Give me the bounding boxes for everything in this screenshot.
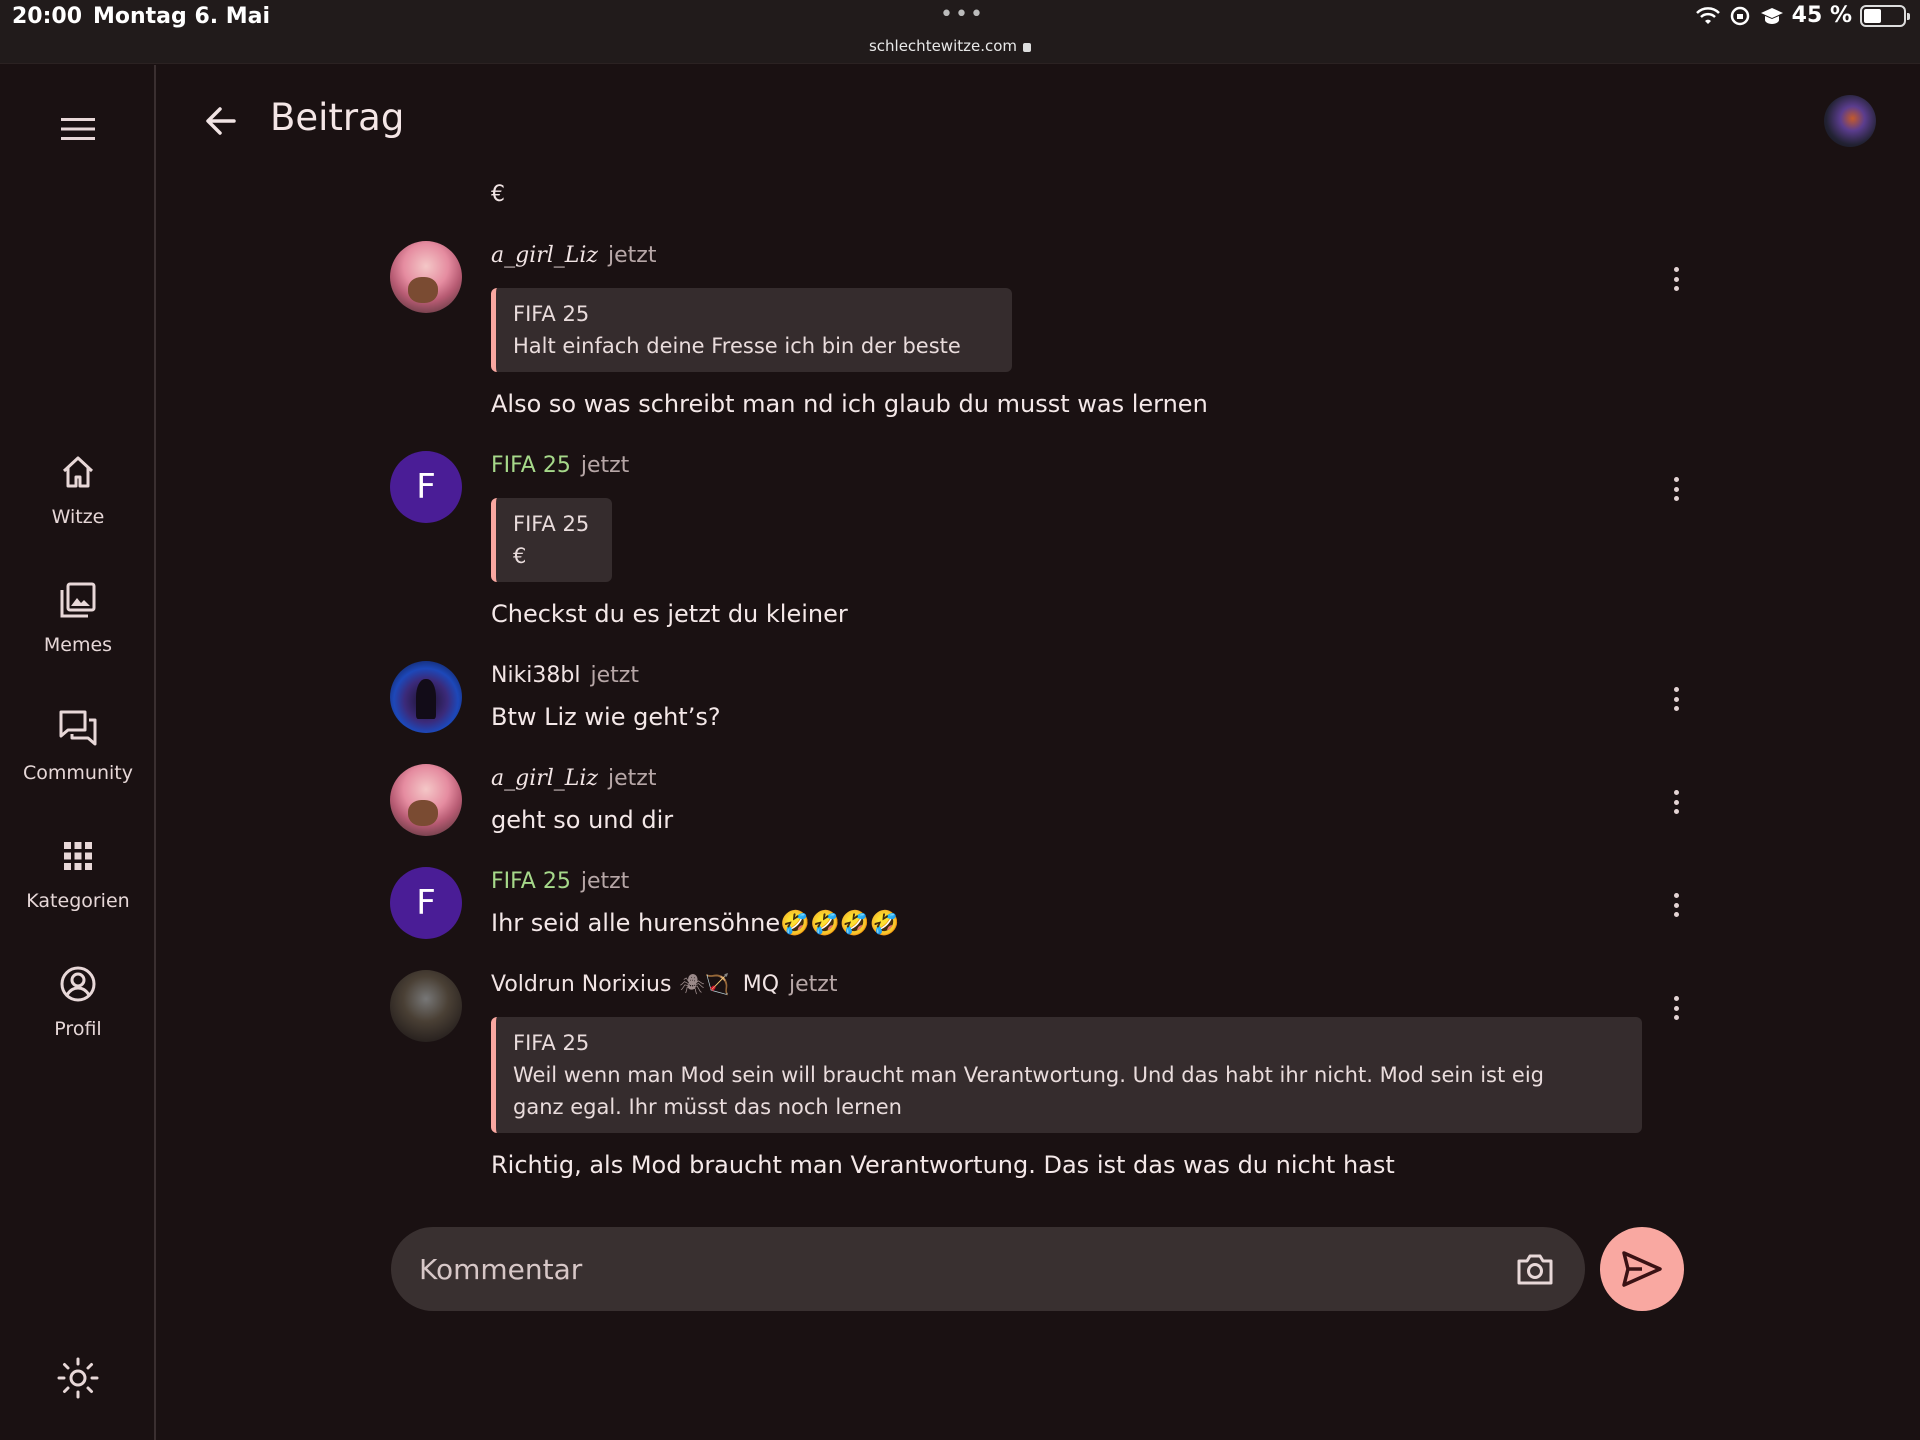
reply-quote[interactable]: FIFA 25 Halt einfach deine Fresse ich bi… (491, 288, 1012, 372)
account-circle-icon (60, 966, 96, 1002)
comment-author[interactable]: Niki38bl (491, 663, 581, 688)
comment-header: FIFA 25 jetzt (491, 869, 629, 894)
more-options-icon[interactable] (1664, 786, 1688, 818)
comment-item: Niki38bl jetzt Btw Liz wie geht’s? (390, 661, 1690, 741)
lock-icon (1023, 43, 1032, 52)
comment-author[interactable]: a_girl_Liz (491, 243, 598, 268)
reply-quote[interactable]: FIFA 25 € (491, 498, 612, 582)
comment-header: a_girl_Liz jetzt (491, 243, 656, 268)
nav-label: Memes (43, 634, 113, 656)
menu-icon[interactable] (56, 107, 100, 151)
comment-header: a_girl_Liz jetzt (491, 766, 656, 791)
comment-header: Niki38bl jetzt (491, 663, 639, 688)
comment-item: a_girl_Liz jetzt geht so und dir (390, 764, 1690, 844)
avatar[interactable] (390, 764, 462, 836)
avatar[interactable]: F (390, 451, 462, 523)
reply-quote[interactable]: FIFA 25 Weil wenn man Mod sein will brau… (491, 1017, 1642, 1133)
home-icon (62, 456, 94, 488)
more-options-icon[interactable] (1664, 473, 1688, 505)
comment-input[interactable] (419, 1227, 1479, 1311)
back-arrow-icon[interactable] (200, 100, 242, 142)
comment-item: F FIFA 25 jetzt Ihr seid alle hurensöhne🤣… (390, 867, 1690, 947)
comment-time: jetzt (590, 663, 639, 688)
quote-author: FIFA 25 (513, 302, 590, 326)
role-badge: MQ (742, 972, 780, 997)
more-options-icon[interactable] (1664, 683, 1688, 715)
comment-text: Checkst du es jetzt du kleiner (491, 600, 848, 628)
more-options-icon[interactable] (1664, 992, 1688, 1024)
nav-label: Witze (51, 506, 105, 528)
comment-item: a_girl_Liz jetzt FIFA 25 Halt einfach dei… (390, 241, 1690, 421)
wifi-icon (1695, 4, 1720, 28)
quote-text: € (513, 544, 527, 568)
quote-text-line-1: Weil wenn man Mod sein will braucht man … (513, 1063, 1544, 1087)
comment-author[interactable]: FIFA 25 (491, 453, 571, 478)
user-avatar[interactable] (1824, 95, 1876, 147)
badge-icons: 🕷🏹 (679, 972, 730, 996)
battery-level (1864, 8, 1882, 23)
camera-icon[interactable] (1513, 1247, 1557, 1291)
comment-header: FIFA 25 jetzt (491, 453, 629, 478)
comment-text: geht so und dir (491, 806, 674, 834)
comment-text: Ihr seid alle hurensöhne🤣🤣🤣🤣 (491, 909, 900, 937)
comment-composer (391, 1227, 1585, 1311)
nav-item-kategorien[interactable]: Kategorien (0, 834, 156, 944)
comment-author[interactable]: a_girl_Liz (491, 766, 598, 791)
battery-percent: 45 % (1791, 3, 1852, 28)
quote-text: Halt einfach deine Fresse ich bin der be… (513, 334, 961, 358)
send-button[interactable] (1600, 1227, 1684, 1311)
theme-toggle-sun-icon[interactable] (55, 1355, 101, 1401)
comment-header: Voldrun Norixius 🕷🏹 MQ jetzt (491, 972, 837, 997)
nav-item-community[interactable]: Community (0, 706, 156, 816)
graduation-cap-icon (1760, 4, 1784, 28)
comment-text: Also so was schreibt man nd ich glaub du… (491, 390, 1208, 418)
comment-item: Voldrun Norixius 🕷🏹 MQ jetzt FIFA 25 Weil … (390, 970, 1690, 1190)
comment-item: F FIFA 25 jetzt FIFA 25 € Checkst du es j… (390, 451, 1690, 631)
comment-time: jetzt (580, 453, 630, 478)
comment-author[interactable]: Voldrun Norixius (491, 972, 671, 997)
status-date: Montag 6. Mai (93, 4, 271, 29)
status-time: 20:00 (12, 4, 83, 29)
url-bar[interactable]: schlechtewitze.com (0, 37, 1900, 55)
more-options-icon[interactable] (1664, 263, 1688, 295)
comment-time: jetzt (580, 869, 630, 894)
nav-label: Community (23, 762, 133, 784)
images-icon (60, 582, 96, 618)
send-icon (1622, 1251, 1662, 1287)
url-text: schlechtewitze.com (868, 37, 1018, 55)
forum-icon (59, 710, 97, 746)
quote-text-line-2: ganz egal. Ihr müsst das noch lernen (513, 1095, 902, 1119)
avatar[interactable]: F (390, 867, 462, 939)
nav-label: Kategorien (26, 890, 130, 912)
page-title: Beitrag (270, 96, 405, 139)
battery-icon (1860, 4, 1910, 27)
multitasking-dots-icon[interactable]: ••• (940, 2, 985, 27)
avatar[interactable] (390, 970, 462, 1042)
comment-time: jetzt (608, 243, 657, 268)
screen-lock-rotation-icon (1728, 4, 1752, 28)
nav-item-witze[interactable]: Witze (0, 450, 156, 560)
avatar[interactable] (390, 661, 462, 733)
more-options-icon[interactable] (1664, 889, 1688, 921)
nav-item-memes[interactable]: Memes (0, 578, 156, 688)
status-indicators: 45 % (1695, 3, 1910, 28)
nav-label: Profil (54, 1018, 102, 1040)
nav-item-profil[interactable]: Profil (0, 962, 156, 1072)
quote-author: FIFA 25 (513, 1031, 590, 1055)
grid-icon (64, 842, 92, 870)
avatar[interactable] (390, 241, 462, 313)
previous-message-fragment: € (491, 182, 505, 207)
navigation-rail: Witze Memes Community Kategorien Profil (0, 65, 156, 1440)
comment-text: Btw Liz wie geht’s? (491, 703, 721, 731)
comment-time: jetzt (608, 766, 657, 791)
comment-text: Richtig, als Mod braucht man Verantwortu… (491, 1151, 1395, 1179)
quote-author: FIFA 25 (513, 512, 590, 536)
status-bar: 20:00 Montag 6. Mai ••• schlechtewitze.c… (0, 0, 1920, 64)
comment-author[interactable]: FIFA 25 (491, 869, 571, 894)
comment-time: jetzt (789, 972, 838, 997)
